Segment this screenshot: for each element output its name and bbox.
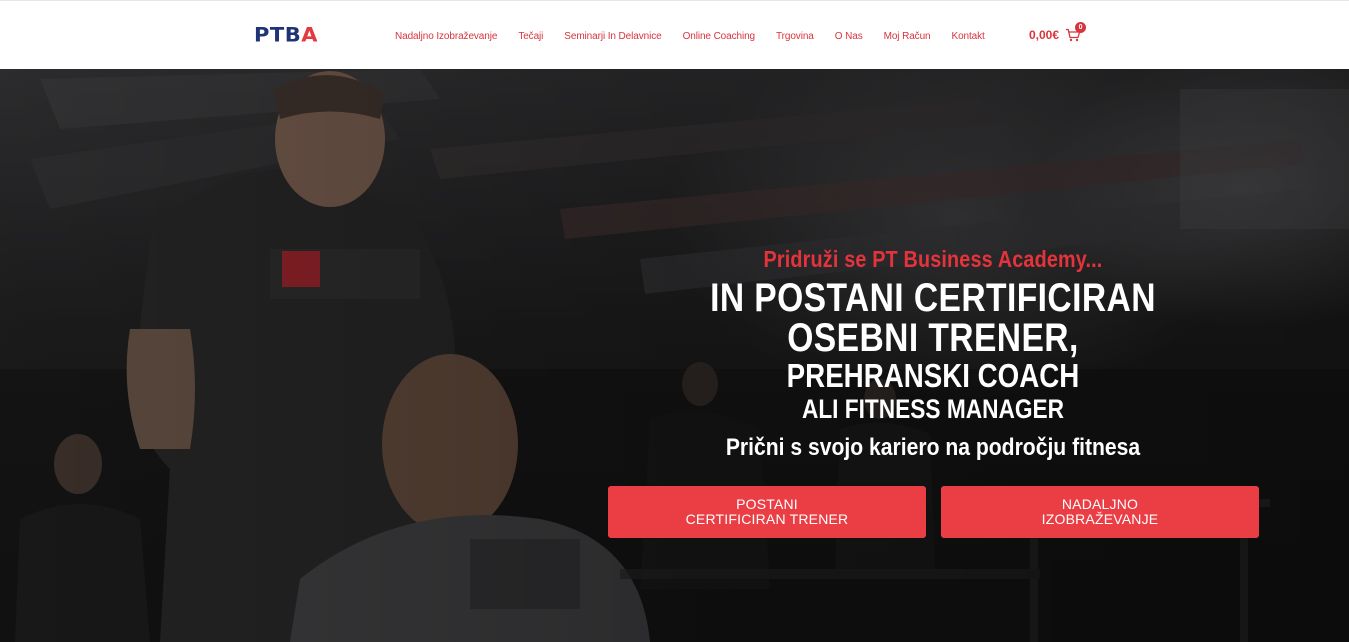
nadaljno-izobrazevanje-button[interactable]: NADALJNO IZOBRAŽEVANJE <box>941 486 1259 538</box>
cart-total: 0,00€ <box>1029 28 1060 42</box>
nav-o-nas[interactable]: O Nas <box>835 31 863 42</box>
logo-text-b: B <box>284 23 302 47</box>
hero-title-line-3: PREHRANSKI COACH <box>786 357 1080 394</box>
button-1-line-1: POSTANI <box>736 496 798 512</box>
nav-kontakt[interactable]: Kontakt <box>952 31 985 42</box>
hero-section: Pridruži se PT Business Academy... IN PO… <box>0 69 1349 642</box>
nav-trgovina[interactable]: Trgovina <box>776 31 814 42</box>
nav-tecaji[interactable]: Tečaji <box>518 31 543 42</box>
main-nav: Nadaljno Izobraževanje Tečaji Seminarji … <box>395 29 1006 43</box>
hero-title-line-2: OSEBNI TRENER, <box>787 316 1079 360</box>
button-1-line-2: CERTIFICIRAN TRENER <box>685 511 849 527</box>
button-2-line-1: NADALJNO <box>1061 496 1139 512</box>
button-2-line-2: IZOBRAŽEVANJE <box>1041 511 1159 527</box>
ptba-logo[interactable]: PTBA <box>254 24 318 47</box>
hero-text-block: Pridruži se PT Business Academy... IN PO… <box>600 245 1266 463</box>
nav-online-coaching[interactable]: Online Coaching <box>683 31 756 42</box>
postani-certificiran-trener-button[interactable]: POSTANI CERTIFICIRAN TRENER <box>608 486 926 538</box>
site-header: PTBA Nadaljno Izobraževanje Tečaji Semin… <box>0 0 1349 69</box>
hero-pre-title: Pridruži se PT Business Academy... <box>763 246 1103 272</box>
shopping-cart-icon[interactable]: 0 <box>1065 22 1087 43</box>
logo-text-a: A <box>301 23 318 47</box>
logo-text-pt: PT <box>254 23 285 47</box>
cart-count-badge: 0 <box>1075 22 1087 33</box>
hero-title-line-4: ALI FITNESS MANAGER <box>801 394 1065 424</box>
nav-seminarji-in-delavnice[interactable]: Seminarji In Delavnice <box>564 31 661 42</box>
nav-nadaljno-izobrazevanje[interactable]: Nadaljno Izobraževanje <box>395 31 497 42</box>
hero-subtitle: Prični s svojo kariero na področju fitne… <box>725 434 1141 461</box>
nav-moj-racun[interactable]: Moj Račun <box>884 31 931 42</box>
cart-widget[interactable]: 0,00€ 0 <box>1029 22 1087 47</box>
